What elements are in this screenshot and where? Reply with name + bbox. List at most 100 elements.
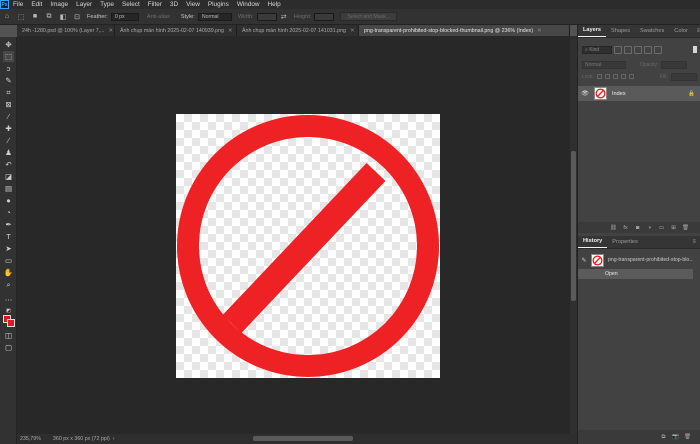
trash-icon[interactable]: 🗑 [683, 433, 692, 442]
layer-style-icon[interactable]: fx [621, 223, 630, 232]
anti-alias-checkbox[interactable]: Anti-alias [147, 14, 170, 20]
photoshop-logo[interactable]: Ps [0, 0, 9, 9]
blend-mode-select[interactable]: Normal [582, 60, 626, 69]
menu-plugins[interactable]: Plugins [204, 1, 233, 8]
zoom-level[interactable]: 235,79% [20, 436, 41, 442]
swap-dimensions-icon[interactable]: ⇄ [279, 12, 289, 21]
type-filter-icon[interactable] [634, 45, 642, 54]
menu-help[interactable]: Help [264, 1, 285, 8]
screen-mode-icon[interactable]: ▢ [3, 342, 14, 353]
new-selection-icon[interactable]: ■ [30, 12, 40, 21]
lock-artboard-icon[interactable] [620, 74, 626, 79]
background-color-swatch[interactable] [7, 319, 15, 327]
lock-image-pixels-icon[interactable] [604, 74, 610, 79]
smart-object-filter-icon[interactable] [654, 45, 662, 54]
filter-toggle[interactable] [693, 46, 697, 53]
dodge-tool-icon[interactable]: ◔ [3, 207, 14, 218]
menu-edit[interactable]: Edit [27, 1, 46, 8]
intersect-selection-icon[interactable]: ⊡ [72, 12, 82, 21]
path-selection-tool-icon[interactable]: ➤ [3, 243, 14, 254]
lock-all-icon[interactable] [628, 74, 634, 79]
canvas-area[interactable] [17, 36, 570, 434]
lock-transparent-pixels-icon[interactable] [596, 74, 602, 79]
layer-row[interactable]: 👁 Index 🔒 [578, 86, 700, 101]
adjustment-layer-icon[interactable]: ◑ [645, 223, 654, 232]
width-input[interactable] [256, 12, 277, 21]
object-selection-tool-icon[interactable]: ✎ [3, 75, 14, 86]
crop-tool-icon[interactable]: ⌗ [3, 87, 14, 98]
rectangular-marquee-tool-icon[interactable]: ⬚ [3, 51, 14, 62]
type-tool-icon[interactable]: T [3, 231, 14, 242]
link-layers-icon[interactable]: ⛓ [609, 223, 618, 232]
close-icon[interactable]: ✕ [350, 28, 354, 34]
eyedropper-tool-icon[interactable]: ⁄ [3, 111, 14, 122]
marquee-tool-preset-icon[interactable]: ⬚ [16, 12, 26, 21]
vertical-scrollbar-thumb[interactable] [571, 151, 576, 301]
panel-menu-icon[interactable]: ≡ [693, 28, 700, 37]
layer-filter-select[interactable]: ⌕ Kind [582, 45, 612, 54]
tab-swatches[interactable]: Swatches [635, 28, 669, 37]
tab-shapes[interactable]: Shapes [606, 28, 635, 37]
gradient-tool-icon[interactable]: ▤ [3, 183, 14, 194]
horizontal-scrollbar-thumb[interactable] [253, 436, 353, 441]
adjustment-filter-icon[interactable] [624, 45, 632, 54]
tab-history[interactable]: History [578, 238, 608, 248]
document-size[interactable]: 360 px x 360 px (72 ppi) [53, 436, 110, 442]
eye-icon[interactable]: 👁 [580, 90, 590, 97]
pen-tool-icon[interactable]: ✒ [3, 219, 14, 230]
document-tab[interactable]: Ảnh chụp màn hình 2025-02-07 140939.png ✕ [115, 25, 237, 36]
document-tab-active[interactable]: png-transparent-prohibited-stop-blocked-… [359, 25, 570, 36]
brush-tool-icon[interactable]: ∕ [3, 135, 14, 146]
history-brush-tool-icon[interactable]: ↶ [3, 159, 14, 170]
new-group-icon[interactable]: ▭ [657, 223, 666, 232]
menu-3d[interactable]: 3D [166, 1, 182, 8]
new-document-from-state-icon[interactable]: ⧉ [659, 433, 668, 442]
trash-icon[interactable]: 🗑 [681, 223, 690, 232]
frame-tool-icon[interactable]: ⊠ [3, 99, 14, 110]
menu-window[interactable]: Window [233, 1, 264, 8]
move-tool-icon[interactable]: ✥ [3, 39, 14, 50]
chevron-right-icon[interactable]: › [113, 436, 115, 442]
tab-properties[interactable]: Properties [607, 239, 643, 248]
history-snapshot-row[interactable]: ✎ png-transparent-prohibited-stop-blo... [578, 252, 700, 268]
new-snapshot-icon[interactable]: 📷 [671, 433, 680, 442]
tab-layers[interactable]: Layers [578, 27, 607, 37]
menu-type[interactable]: Type [96, 1, 118, 8]
close-icon[interactable]: ✕ [537, 28, 541, 34]
feather-input[interactable]: 0 px [110, 12, 139, 21]
shape-tool-icon[interactable]: ▭ [3, 255, 14, 266]
menu-select[interactable]: Select [118, 1, 144, 8]
document-canvas[interactable] [176, 114, 440, 378]
document-tab[interactable]: 24h -1280.psd @ 100% (Layer 7,... ✕ [17, 25, 115, 36]
height-input[interactable] [314, 12, 335, 21]
document-tab[interactable]: Ảnh chụp màn hình 2025-02-07 141031.png ✕ [237, 25, 359, 36]
menu-image[interactable]: Image [46, 1, 72, 8]
shape-filter-icon[interactable] [644, 45, 652, 54]
style-select[interactable]: Normal [197, 12, 232, 21]
quick-mask-icon[interactable]: ◫ [3, 330, 14, 341]
panel-menu-icon[interactable]: ≡ [688, 239, 700, 248]
menu-layer[interactable]: Layer [72, 1, 96, 8]
clone-stamp-tool-icon[interactable]: ♟ [3, 147, 14, 158]
lasso-tool-icon[interactable]: ↄ [3, 63, 14, 74]
tab-color[interactable]: Color [669, 28, 692, 37]
menu-file[interactable]: File [9, 1, 27, 8]
close-icon[interactable]: ✕ [109, 28, 113, 34]
new-layer-icon[interactable]: ⊞ [669, 223, 678, 232]
history-state-row[interactable]: Open [578, 269, 693, 279]
history-brush-source-icon[interactable]: ✎ [579, 257, 589, 264]
fill-input[interactable] [670, 72, 697, 81]
vertical-scrollbar[interactable] [570, 36, 577, 434]
add-mask-icon[interactable]: ◙ [633, 223, 642, 232]
opacity-input[interactable] [661, 60, 688, 69]
close-icon[interactable]: ✕ [228, 28, 232, 34]
menu-view[interactable]: View [182, 1, 204, 8]
layer-name[interactable]: Index [612, 91, 626, 97]
eraser-tool-icon[interactable]: ◪ [3, 171, 14, 182]
menu-filter[interactable]: Filter [144, 1, 166, 8]
blur-tool-icon[interactable]: ● [3, 195, 14, 206]
zoom-tool-icon[interactable]: ⌕ [3, 279, 14, 290]
healing-brush-tool-icon[interactable]: ✚ [3, 123, 14, 134]
subtract-from-selection-icon[interactable]: ◧ [58, 12, 68, 21]
home-icon[interactable]: ⌂ [2, 12, 12, 21]
